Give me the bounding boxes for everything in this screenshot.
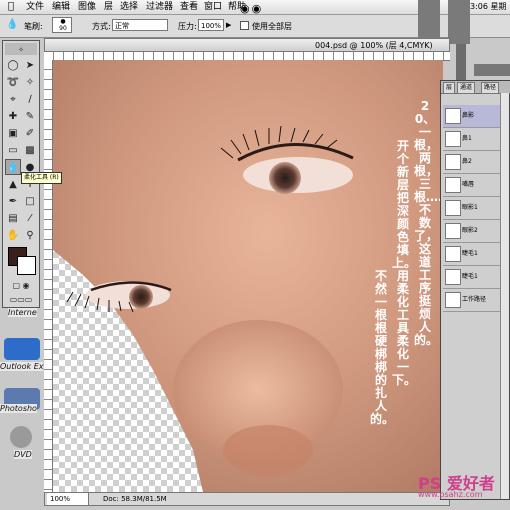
tool-tooltip: 柔化工具 (R) <box>21 172 62 184</box>
layer-label: 工作路径 <box>462 296 487 303</box>
layers-scrollbar[interactable] <box>500 93 509 499</box>
eyes-icon: ◉◉ <box>240 2 264 15</box>
toolbox-header[interactable]: ✧ <box>5 43 37 55</box>
marquee-icon[interactable]: ◯ <box>5 57 21 73</box>
dvd-icon[interactable] <box>10 426 32 448</box>
layer-thumbnail <box>445 246 461 262</box>
desktop-label-outlook[interactable]: Outlook Ex <box>0 362 44 371</box>
eraser-icon[interactable]: ▭ <box>5 142 21 158</box>
caption-col2: 开个新层把深颜色填上。用柔化工具柔化一下。 <box>392 139 417 387</box>
layer-thumbnail <box>445 108 461 124</box>
layer-thumbnail <box>445 154 461 170</box>
pressure-arrow-icon[interactable]: ▶ <box>226 21 231 29</box>
brush-icon[interactable]: ✎ <box>22 108 38 124</box>
layer-thumbnail <box>445 177 461 193</box>
desktop-label-internet[interactable]: Interne <box>8 308 37 317</box>
menu-select[interactable]: 选择 <box>120 0 138 14</box>
gradient-icon[interactable]: ▩ <box>22 142 38 158</box>
layer-label: 嘴唇 <box>462 181 475 188</box>
desktop-label-dvd[interactable]: DVD <box>14 450 32 459</box>
slice-icon[interactable]: ∕ <box>22 91 38 107</box>
apple-icon[interactable]:  <box>8 0 14 14</box>
brush-label: 笔刷: <box>24 22 43 31</box>
layer-thumbnail <box>445 223 461 239</box>
caption-col1: 20、一根，两根，三根……，不数了，这道工序挺烦人的。 <box>414 99 462 347</box>
layer-label: 鼻1 <box>462 135 472 142</box>
desktop-label-photoshop[interactable]: Photosho <box>0 404 37 413</box>
layer-thumbnail <box>445 131 461 147</box>
blur-icon[interactable]: 💧 <box>5 159 21 175</box>
use-all-layers-checkbox[interactable] <box>240 21 249 30</box>
menu-window[interactable]: 窗口 <box>204 0 222 14</box>
pressure-input[interactable]: 100% <box>198 19 224 31</box>
layer-label: 鼻2 <box>462 158 472 165</box>
vertical-ruler[interactable] <box>44 60 53 492</box>
menu-layer[interactable]: 层 <box>104 0 113 14</box>
layer-label: 睫毛1 <box>462 273 478 280</box>
healing-icon[interactable]: ✚ <box>5 108 21 124</box>
layer-thumbnail <box>445 292 461 308</box>
lasso-icon[interactable]: ➰ <box>5 74 21 90</box>
document-title-bar[interactable]: 004.psd @ 100% (层 4,CMYK) <box>44 38 450 52</box>
path-select-icon[interactable]: ▲ <box>5 176 21 192</box>
caption-col3: 不然一根根硬梆梆的扎人的。 <box>370 269 395 426</box>
pressure-label: 压力: <box>178 22 197 31</box>
zoom-field[interactable]: 100% <box>47 493 89 505</box>
layer-thumbnail <box>445 269 461 285</box>
screen-mode-icon[interactable]: ▭▭▭ <box>5 293 37 305</box>
menu-view[interactable]: 查看 <box>180 0 198 14</box>
document-title: 004.psd @ 100% (层 4,CMYK) <box>315 41 433 50</box>
tab-channels[interactable]: 通道 <box>457 82 476 94</box>
quick-mask-icon[interactable]: ▢ ◉ <box>5 279 37 291</box>
use-all-layers-label: 使用全部层 <box>252 22 292 31</box>
hand-icon[interactable]: ✋ <box>5 227 21 243</box>
menu-file[interactable]: 文件 <box>26 0 44 14</box>
tab-paths[interactable]: 路径 <box>481 82 500 94</box>
layer-label: 睫毛1 <box>462 250 478 257</box>
stamp-icon[interactable]: ▣ <box>5 125 21 141</box>
layer-thumbnail <box>445 200 461 216</box>
zoom-icon[interactable]: ⚲ <box>22 227 38 243</box>
brush-size: 90 <box>59 25 67 32</box>
history-brush-icon[interactable]: ✐ <box>22 125 38 141</box>
desktop-icons: Interne Outlook Ex Photosho DVD <box>0 308 44 498</box>
layer-label: 眼影1 <box>462 204 478 211</box>
mode-label: 方式: <box>92 22 111 31</box>
layer-label: 眼影2 <box>462 227 478 234</box>
brush-picker[interactable]: ● 90 <box>52 17 72 33</box>
tab-layers[interactable]: 层 <box>443 82 456 94</box>
mode-select[interactable]: 正常 <box>112 19 168 31</box>
status-bar: 100% Doc: 58.3M/81.5M <box>44 492 450 506</box>
crop-icon[interactable]: ⌖ <box>5 91 21 107</box>
shape-icon[interactable]: □ <box>22 193 38 209</box>
watermark-url: www.psahz.com <box>418 490 483 499</box>
background-color-swatch[interactable] <box>17 256 36 275</box>
eyedropper-icon[interactable]: ⁄ <box>22 210 38 226</box>
move-icon[interactable]: ➤ <box>22 57 38 73</box>
menu-edit[interactable]: 编辑 <box>52 0 70 14</box>
menu-image[interactable]: 图像 <box>78 0 96 14</box>
drop-icon: 💧 <box>6 19 19 30</box>
layer-label: 鼻影 <box>462 112 475 119</box>
notes-icon[interactable]: ▤ <box>5 210 21 226</box>
layers-palette: 层 通道 路径 鼻影 鼻1 鼻2 嘴唇 眼影1 眼影2 睫毛1 睫毛1 工作路径 <box>440 80 510 500</box>
menu-filter[interactable]: 过滤器 <box>146 0 173 14</box>
magic-wand-icon[interactable]: ✧ <box>22 74 38 90</box>
pen-icon[interactable]: ✒ <box>5 193 21 209</box>
outlook-icon[interactable] <box>4 338 40 360</box>
doc-size[interactable]: Doc: 58.3M/81.5M <box>103 493 167 505</box>
